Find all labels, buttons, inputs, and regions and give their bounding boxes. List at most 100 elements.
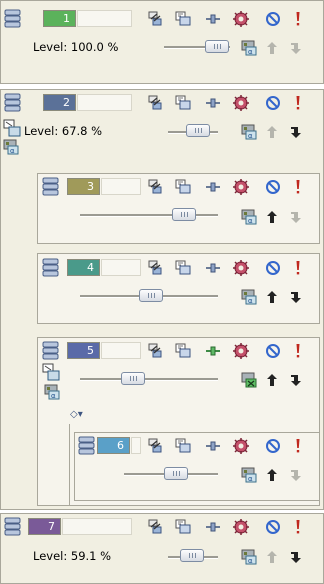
opacity-slider-thumb-1[interactable] [205,40,229,53]
alert-icon[interactable] [290,519,306,535]
layer-number-4[interactable]: 4 [67,259,100,276]
gear-icon[interactable] [233,438,249,454]
arrow-down-icon[interactable] [288,549,304,565]
opacity-slider-thumb-2[interactable] [186,124,210,137]
mask-icon[interactable] [175,343,191,359]
gear-icon[interactable] [233,95,249,111]
layer-number-7[interactable]: 7 [28,518,61,535]
gear-icon[interactable] [233,343,249,359]
arrow-up-icon [264,549,280,565]
layer-name-field-7[interactable] [62,518,132,535]
diamond-dropdown-icon[interactable]: ◇▾ [70,409,83,420]
connector-icon[interactable] [205,179,221,195]
layer-name-field-4[interactable] [101,259,141,276]
layer-name-field-3[interactable] [101,178,141,195]
alpha-masked-icon[interactable] [241,372,257,388]
layer-number-2[interactable]: 2 [43,94,76,111]
alpha-icon[interactable] [241,289,257,305]
arrow-down-icon [288,209,304,225]
alert-icon[interactable] [290,260,306,276]
gear-icon[interactable] [233,179,249,195]
alpha-icon[interactable] [241,124,257,140]
forbid-icon[interactable] [265,343,281,359]
alpha-icon[interactable] [44,384,60,400]
alpha-icon[interactable] [241,40,257,56]
mask-icon[interactable] [175,519,191,535]
connector-icon[interactable] [205,438,221,454]
alpha-icon[interactable] [241,549,257,565]
layer-stack-icon[interactable] [78,436,95,455]
alpha-icon[interactable] [3,139,19,155]
opacity-slider-thumb-7[interactable] [180,549,204,562]
gear-icon[interactable] [233,260,249,276]
arrow-up-icon[interactable] [264,289,280,305]
level-label-7: Level: 59.1 % [33,549,112,563]
connector-icon[interactable] [205,260,221,276]
level-label-1: Level: 100.0 % [33,40,119,54]
forbid-icon[interactable] [265,179,281,195]
forbid-icon[interactable] [265,95,281,111]
link-icon[interactable] [147,179,163,195]
link-icon[interactable] [147,260,163,276]
layer-stack-icon[interactable] [4,517,21,536]
arrow-down-icon [288,40,304,56]
layer-number-5[interactable]: 5 [67,342,100,359]
layer-name-field-6[interactable] [131,437,141,454]
forbid-icon[interactable] [265,519,281,535]
alert-icon[interactable] [290,11,306,27]
layer-stack-icon[interactable] [42,177,59,196]
mask-icon[interactable] [175,179,191,195]
arrow-down-icon[interactable] [288,124,304,140]
alpha-icon[interactable] [241,209,257,225]
link-icon[interactable] [147,11,163,27]
arrow-down-icon[interactable] [288,289,304,305]
mask-icon[interactable] [175,11,191,27]
layer-number-3[interactable]: 3 [67,178,100,195]
mask-icon[interactable] [175,438,191,454]
link-icon[interactable] [147,95,163,111]
arrow-up-icon [264,40,280,56]
link-icon[interactable] [147,519,163,535]
layer-number-6[interactable]: 6 [97,437,130,454]
connector-icon[interactable] [205,343,221,359]
layer-stack-icon[interactable] [42,258,59,277]
layer-name-field-5[interactable] [101,342,141,359]
sublayer-icon[interactable] [42,363,60,381]
tree-connector [69,424,70,506]
opacity-slider-thumb-6[interactable] [164,467,188,480]
arrow-up-icon[interactable] [264,209,280,225]
opacity-slider-thumb-3[interactable] [172,208,196,221]
layer-name-field-1[interactable] [77,10,132,27]
forbid-icon[interactable] [265,11,281,27]
alpha-icon[interactable] [241,467,257,483]
connector-icon[interactable] [205,11,221,27]
arrow-up-icon[interactable] [264,467,280,483]
mask-icon[interactable] [175,95,191,111]
arrow-up-icon [264,124,280,140]
link-icon[interactable] [147,343,163,359]
layer-stack-icon[interactable] [4,9,21,28]
alert-icon[interactable] [290,438,306,454]
opacity-slider-thumb-4[interactable] [139,289,163,302]
alert-icon[interactable] [290,343,306,359]
gear-icon[interactable] [233,11,249,27]
opacity-slider-track-5[interactable] [80,378,218,381]
layer-name-field-2[interactable] [77,94,132,111]
connector-icon[interactable] [205,95,221,111]
opacity-slider-track-3[interactable] [80,214,218,217]
gear-icon[interactable] [233,519,249,535]
mask-icon[interactable] [175,260,191,276]
layer-stack-icon[interactable] [4,93,21,112]
sublayer-icon[interactable] [3,119,21,137]
connector-icon[interactable] [205,519,221,535]
link-icon[interactable] [147,438,163,454]
layer-number-1[interactable]: 1 [43,10,76,27]
layer-stack-icon[interactable] [42,341,59,360]
forbid-icon[interactable] [265,260,281,276]
opacity-slider-thumb-5[interactable] [121,372,145,385]
arrow-up-icon[interactable] [264,372,280,388]
arrow-down-icon[interactable] [288,372,304,388]
alert-icon[interactable] [290,95,306,111]
forbid-icon[interactable] [265,438,281,454]
alert-icon[interactable] [290,179,306,195]
